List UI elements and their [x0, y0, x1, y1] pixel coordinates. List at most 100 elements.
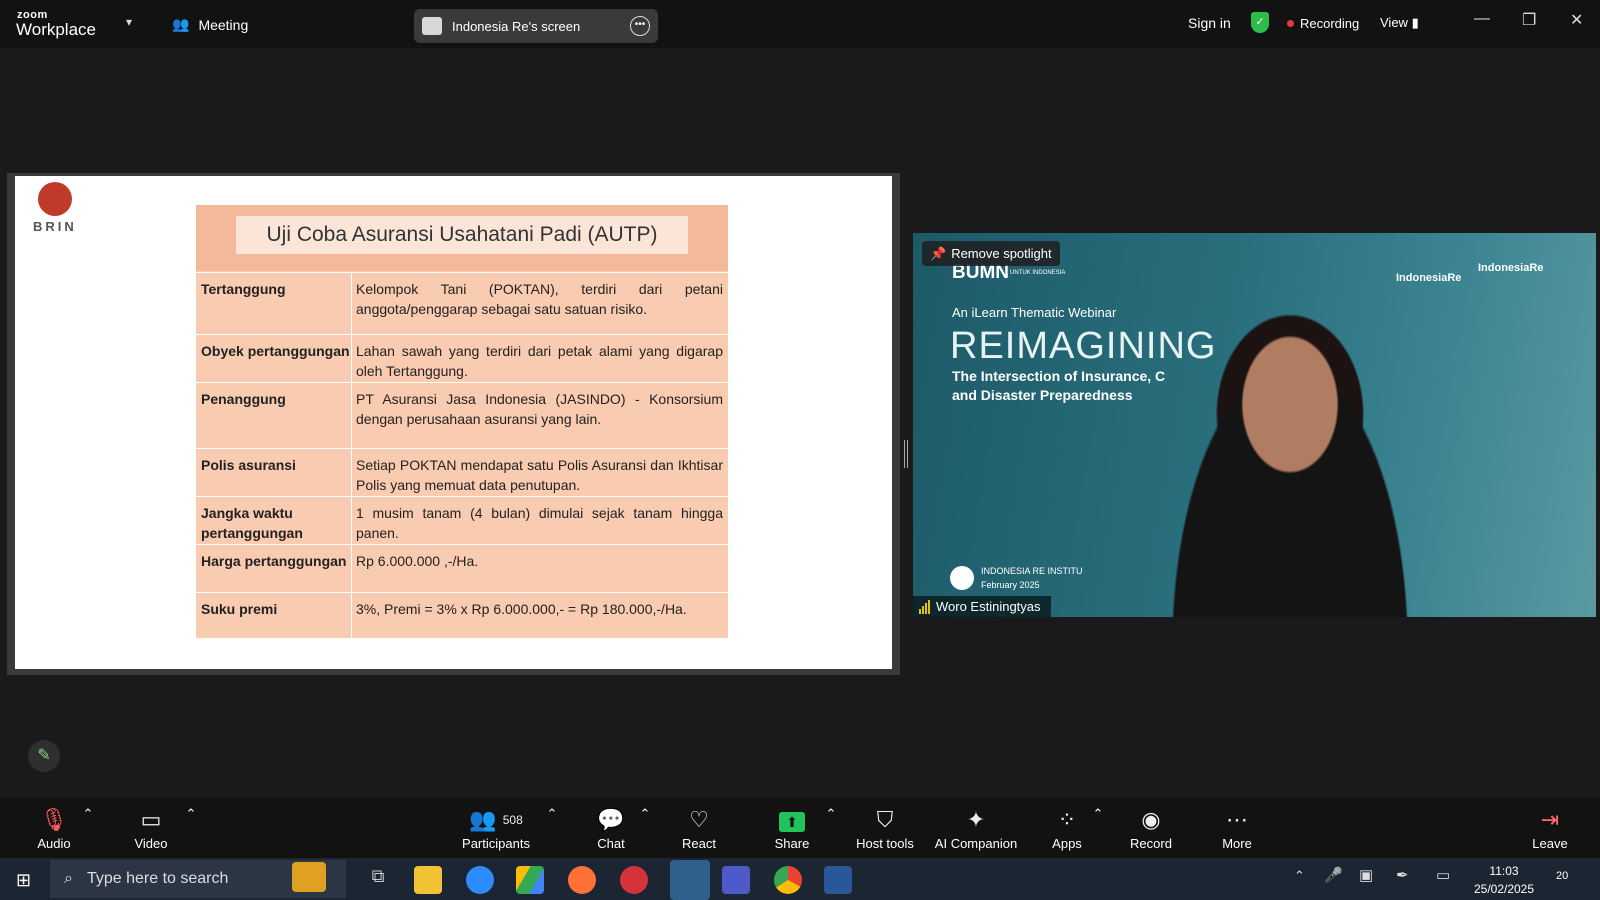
- chat-options-chevron-icon[interactable]: ⌃: [638, 806, 652, 822]
- table-row: Tertanggung Kelompok Tani (POKTAN), terd…: [196, 272, 728, 334]
- meeting-menu[interactable]: 👥 Meeting: [172, 16, 248, 33]
- participants-button[interactable]: 👥 508 Participants: [451, 806, 541, 851]
- bumn-logo-sub: UNTUK INDONESIA: [1010, 270, 1066, 276]
- video-button[interactable]: ▭ Video: [106, 806, 196, 851]
- ai-companion-button[interactable]: ✦ AI Companion: [926, 806, 1026, 851]
- recording-indicator[interactable]: Recording: [1287, 16, 1359, 31]
- row-label: Penanggung: [201, 391, 286, 407]
- row-value: Setiap POKTAN mendapat satu Polis Asuran…: [356, 457, 723, 493]
- minimize-icon[interactable]: —: [1474, 10, 1490, 28]
- view-menu[interactable]: View ▮: [1380, 15, 1419, 31]
- workplace-logo: Workplace: [16, 20, 96, 39]
- recording-label: Recording: [1300, 16, 1360, 31]
- firefox-icon[interactable]: [568, 866, 596, 894]
- more-dots-icon: ⋯: [1226, 807, 1248, 832]
- video-options-chevron-icon[interactable]: ⌃: [184, 806, 198, 822]
- webinar-kicker: An iLearn Thematic Webinar: [952, 305, 1117, 320]
- audio-label: Audio: [37, 836, 71, 851]
- ai-companion-label: AI Companion: [934, 836, 1018, 851]
- task-view-icon[interactable]: ⧉: [364, 866, 392, 894]
- teams-icon[interactable]: [722, 866, 750, 894]
- outlook-icon[interactable]: [670, 860, 710, 900]
- close-icon[interactable]: ✕: [1570, 10, 1583, 30]
- table-row: Polis asuransi Setiap POKTAN mendapat sa…: [196, 448, 728, 496]
- participant-name-tag: Woro Estiningtyas: [913, 596, 1051, 617]
- row-label: Tertanggung: [201, 281, 286, 297]
- search-placeholder: Type here to search: [86, 870, 229, 887]
- file-explorer-icon[interactable]: [414, 866, 442, 894]
- more-options-icon[interactable]: •••: [630, 16, 650, 36]
- react-label: React: [682, 836, 716, 851]
- row-label: Polis asuransi: [201, 457, 296, 473]
- row-value: Rp 6.000.000 ,-/Ha.: [356, 553, 479, 569]
- tray-keyboard-icon[interactable]: ▭: [1436, 866, 1450, 884]
- panel-resize-handle[interactable]: [904, 440, 908, 468]
- clock-date: 25/02/2025: [1473, 882, 1535, 896]
- leave-label: Leave: [1532, 836, 1568, 851]
- heart-icon: ♡: [689, 807, 709, 832]
- table-row: Suku premi 3%, Premi = 3% x Rp 6.000.000…: [196, 592, 728, 638]
- restore-icon[interactable]: ❐: [1522, 10, 1536, 30]
- participants-options-chevron-icon[interactable]: ⌃: [545, 806, 559, 822]
- record-label: Record: [1130, 836, 1172, 851]
- antivirus-icon[interactable]: [620, 866, 648, 894]
- tray-microphone-icon[interactable]: 🎤: [1324, 866, 1343, 884]
- row-value: Lahan sawah yang terdiri dari petak alam…: [356, 343, 723, 379]
- windows-start-icon[interactable]: ⊞: [16, 870, 31, 891]
- indonesiare-logo: IndonesiaRe: [1396, 272, 1462, 284]
- tray-chevron-up-icon[interactable]: ⌃: [1294, 868, 1305, 884]
- react-button[interactable]: ♡ React: [654, 806, 744, 851]
- notification-center-icon[interactable]: 20: [1556, 870, 1584, 892]
- row-value: 1 musim tanam (4 bulan) dimulai sejak ta…: [356, 505, 723, 541]
- leave-button[interactable]: ⇥ Leave: [1504, 806, 1596, 851]
- video-camera-icon: ▭: [140, 807, 162, 832]
- row-value: Kelompok Tani (POKTAN), terdiri dari pet…: [356, 281, 723, 317]
- webinar-subtitle-line-1: The Intersection of Insurance, C: [952, 368, 1166, 384]
- people-icon: 👥: [172, 16, 190, 32]
- leave-door-icon: ⇥: [1540, 807, 1560, 832]
- chrome-icon[interactable]: [774, 866, 802, 894]
- view-icon: ▮: [1411, 15, 1419, 30]
- host-tools-button[interactable]: ⛉ Host tools: [840, 806, 930, 851]
- clock-time: 11:03: [1489, 864, 1519, 878]
- annotate-pencil-icon[interactable]: ✎: [28, 740, 60, 772]
- screen-icon: [422, 17, 442, 35]
- brin-logo-icon: [38, 182, 72, 216]
- search-icon: ⌕: [64, 870, 73, 887]
- indonesiare-institute-logo: IndonesiaRe: [1478, 262, 1544, 274]
- shield-icon[interactable]: ✓: [1251, 12, 1269, 33]
- view-label: View: [1380, 15, 1408, 30]
- share-label: Share: [774, 836, 810, 851]
- host-shield-icon: ⛉: [876, 807, 894, 832]
- chat-label: Chat: [597, 836, 625, 851]
- row-value: 3%, Premi = 3% x Rp 6.000.000,- = Rp 180…: [356, 601, 687, 617]
- share-options-chevron-icon[interactable]: ⌃: [824, 806, 838, 822]
- table-row: Jangka waktu pertanggungan 1 musim tanam…: [196, 496, 728, 544]
- screen-share-title: Indonesia Re's screen: [452, 18, 581, 34]
- pin-icon: 📌: [930, 245, 947, 261]
- word-icon[interactable]: [824, 866, 852, 894]
- row-label: Jangka waktu pertanggungan: [201, 505, 303, 541]
- more-button[interactable]: ⋯ More: [1192, 806, 1282, 851]
- sparkle-icon: ✦: [966, 807, 986, 832]
- participants-icon-wrap: 👥 508: [451, 806, 541, 836]
- apps-options-chevron-icon[interactable]: ⌃: [1091, 806, 1105, 822]
- remove-spotlight-button[interactable]: 📌 Remove spotlight: [922, 241, 1060, 266]
- tray-display-icon[interactable]: ▣: [1359, 866, 1373, 884]
- briefcase-icon[interactable]: [292, 862, 326, 892]
- record-icon: ◉: [1141, 807, 1161, 832]
- tray-pen-icon[interactable]: ✒: [1396, 866, 1409, 884]
- google-drive-icon[interactable]: [516, 866, 544, 894]
- audio-options-chevron-icon[interactable]: ⌃: [81, 806, 95, 822]
- row-label: Harga pertanggungan: [201, 553, 347, 569]
- taskbar-clock[interactable]: 11:03 25/02/2025: [1456, 862, 1552, 898]
- zoom-app-icon[interactable]: [466, 866, 494, 894]
- sign-in-link[interactable]: Sign in: [1188, 15, 1231, 31]
- slide-title: Uji Coba Asuransi Usahatani Padi (AUTP): [236, 216, 688, 254]
- brin-logo-text: BRIN: [33, 219, 77, 234]
- remove-spotlight-label: Remove spotlight: [951, 246, 1052, 261]
- screen-share-pill[interactable]: Indonesia Re's screen •••: [414, 9, 658, 43]
- chevron-down-icon[interactable]: ▾: [126, 15, 132, 29]
- record-button[interactable]: ◉ Record: [1106, 806, 1196, 851]
- participant-name: Woro Estiningtyas: [936, 599, 1041, 614]
